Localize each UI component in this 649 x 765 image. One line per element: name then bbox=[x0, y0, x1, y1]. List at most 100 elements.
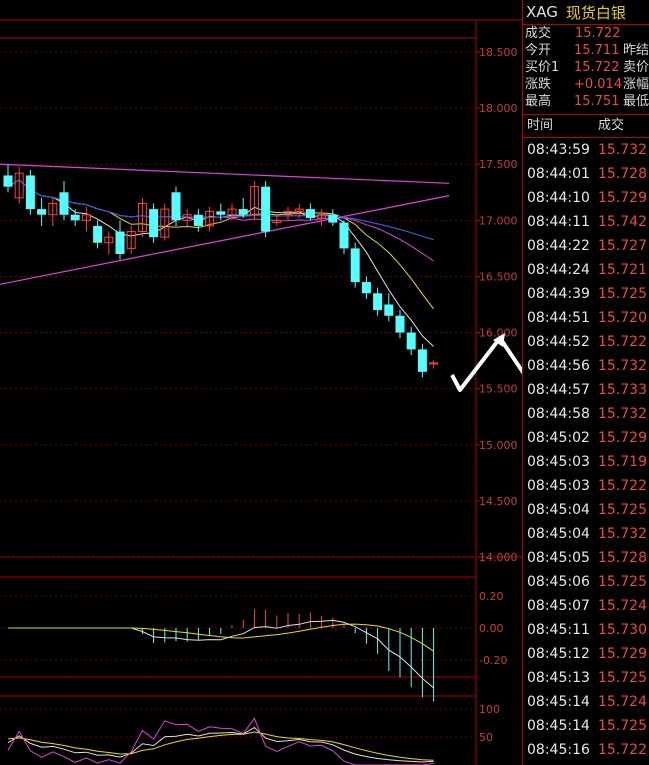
tick-price: 15.722 bbox=[598, 742, 647, 758]
tick-row[interactable]: 08:45:06 15.725 bbox=[523, 570, 649, 594]
tick-row[interactable]: 08:44:22 15.727 bbox=[523, 234, 649, 258]
tick-price: 15.725 bbox=[598, 286, 647, 302]
tick-row[interactable]: 08:45:03 15.722 bbox=[523, 474, 649, 498]
tick-row[interactable]: 08:45:05 15.728 bbox=[523, 546, 649, 570]
macd-tick-label: -0.20 bbox=[479, 654, 507, 667]
chart-canvas[interactable]: 18.50018.00017.50017.00016.50016.00015.5… bbox=[0, 0, 522, 765]
tick-price: 15.732 bbox=[598, 142, 647, 158]
price-tick-label: 14.000 bbox=[479, 551, 518, 564]
price-tick-label: 18.500 bbox=[479, 46, 518, 59]
tick-row[interactable]: 08:45:04 15.732 bbox=[523, 522, 649, 546]
quote-label: 最高 bbox=[525, 94, 552, 109]
candle-body bbox=[361, 282, 371, 294]
tick-row[interactable]: 08:45:11 15.730 bbox=[523, 618, 649, 642]
tick-time: 08:45:11 bbox=[527, 622, 590, 638]
tick-time: 08:44:10 bbox=[527, 190, 590, 206]
tick-row[interactable]: 08:44:51 15.720 bbox=[523, 306, 649, 330]
candle-body bbox=[171, 192, 181, 221]
tick-row[interactable]: 08:45:16 15.722 bbox=[523, 738, 649, 762]
tick-row[interactable]: 08:44:11 15.742 bbox=[523, 210, 649, 234]
price-tick-label: 15.500 bbox=[479, 383, 518, 396]
candle-body bbox=[305, 209, 315, 219]
tick-row[interactable]: 08:45:03 15.719 bbox=[523, 450, 649, 474]
candle-body bbox=[395, 315, 405, 333]
tick-price: 15.732 bbox=[598, 406, 647, 422]
tick-time: 08:45:02 bbox=[527, 430, 590, 446]
macd-tick-label: 0.20 bbox=[479, 590, 504, 603]
tick-time: 08:44:51 bbox=[527, 310, 590, 326]
quote-label-2: 最低 bbox=[622, 94, 649, 109]
quote-label: 成交 bbox=[525, 26, 552, 41]
kdj-line bbox=[7, 731, 434, 761]
quote-label: 涨跌 bbox=[525, 77, 552, 92]
tick-row[interactable]: 08:45:07 15.724 bbox=[523, 594, 649, 618]
kdj-tick-label: 50 bbox=[479, 731, 493, 744]
tick-price: 15.732 bbox=[598, 526, 647, 542]
tick-time: 08:45:13 bbox=[527, 670, 590, 686]
tick-table[interactable]: 08:43:59 15.732 08:44:01 15.728 08:44:10 15.7… bbox=[523, 138, 649, 762]
candle-body bbox=[149, 209, 159, 238]
quote-row: 买价1 15.722 卖价 bbox=[523, 59, 649, 76]
candle-body bbox=[3, 175, 13, 187]
tick-table-header: 时间 成交 bbox=[523, 115, 649, 138]
tick-row[interactable]: 08:45:14 15.724 bbox=[523, 690, 649, 714]
tick-price: 15.732 bbox=[598, 358, 647, 374]
tick-row[interactable]: 08:43:59 15.732 bbox=[523, 138, 649, 162]
tick-time: 08:44:56 bbox=[527, 358, 590, 374]
quote-label-2: 卖价 bbox=[622, 60, 649, 75]
macd-tick-label: 0.00 bbox=[479, 622, 504, 635]
kline-chart[interactable]: 18.500 18.000 17.500 17.000 16.500 16.000 15.5… bbox=[0, 0, 522, 765]
candle-body bbox=[115, 231, 125, 254]
tick-price: 15.729 bbox=[598, 430, 647, 446]
tick-row[interactable]: 08:44:10 15.729 bbox=[523, 186, 649, 210]
tick-price: 15.724 bbox=[598, 694, 647, 710]
tick-price: 15.729 bbox=[598, 190, 647, 206]
tick-row[interactable]: 08:45:04 15.725 bbox=[523, 498, 649, 522]
kdj-tick-label: 100 bbox=[479, 703, 500, 716]
tick-time: 08:45:04 bbox=[527, 526, 590, 542]
tick-row[interactable]: 08:44:58 15.732 bbox=[523, 402, 649, 426]
symbol-code: XAG bbox=[526, 3, 558, 21]
quote-label-2: 昨结 bbox=[622, 43, 649, 58]
tick-row[interactable]: 08:45:02 15.729 bbox=[523, 426, 649, 450]
tick-price: 15.729 bbox=[598, 646, 647, 662]
tick-price: 15.725 bbox=[598, 574, 647, 590]
kdj-line bbox=[7, 717, 434, 765]
quote-label: 今开 bbox=[525, 43, 552, 58]
tick-price: 15.724 bbox=[598, 598, 647, 614]
candle-body bbox=[406, 332, 416, 350]
tick-row[interactable]: 08:44:52 15.722 bbox=[523, 330, 649, 354]
quote-value: 15.711 bbox=[573, 43, 620, 58]
candle-body bbox=[339, 222, 349, 249]
tick-time: 08:43:59 bbox=[527, 142, 590, 158]
tick-price: 15.721 bbox=[598, 262, 647, 278]
tick-row[interactable]: 08:44:24 15.721 bbox=[523, 258, 649, 282]
tick-time: 08:44:58 bbox=[527, 406, 590, 422]
quote-label-2: 涨幅 bbox=[622, 77, 649, 92]
candle-body bbox=[261, 186, 271, 232]
quote-row: 成交 15.722 bbox=[523, 25, 649, 42]
tick-time: 08:44:57 bbox=[527, 382, 590, 398]
tick-row[interactable]: 08:45:13 15.725 bbox=[523, 666, 649, 690]
tick-time: 08:45:04 bbox=[527, 502, 590, 518]
candle-body bbox=[193, 214, 203, 226]
tick-row[interactable]: 08:44:01 15.728 bbox=[523, 162, 649, 186]
header-price: 成交 bbox=[598, 118, 625, 133]
tick-price: 15.725 bbox=[598, 718, 647, 734]
tick-row[interactable]: 08:45:12 15.729 bbox=[523, 642, 649, 666]
candle-body bbox=[70, 214, 80, 221]
candle-body bbox=[216, 211, 226, 215]
quote-row: 最高 15.751 最低 bbox=[523, 93, 649, 110]
tick-price: 15.728 bbox=[598, 550, 647, 566]
tick-time: 08:44:39 bbox=[527, 286, 590, 302]
tick-row[interactable]: 08:45:14 15.725 bbox=[523, 714, 649, 738]
tick-row[interactable]: 08:44:39 15.725 bbox=[523, 282, 649, 306]
price-tick-label: 17.500 bbox=[479, 158, 518, 171]
tick-row[interactable]: 08:44:57 15.733 bbox=[523, 378, 649, 402]
candle-body bbox=[384, 304, 394, 316]
tick-time: 08:45:03 bbox=[527, 478, 590, 494]
tick-row[interactable]: 08:44:56 15.732 bbox=[523, 354, 649, 378]
header-time: 时间 bbox=[527, 118, 554, 133]
quote-panel: XAG 现货白银 成交 15.722 今开 15.711 昨结 买价1 15.722 卖价 涨跌… bbox=[522, 0, 649, 765]
quote-label: 买价1 bbox=[525, 60, 560, 75]
